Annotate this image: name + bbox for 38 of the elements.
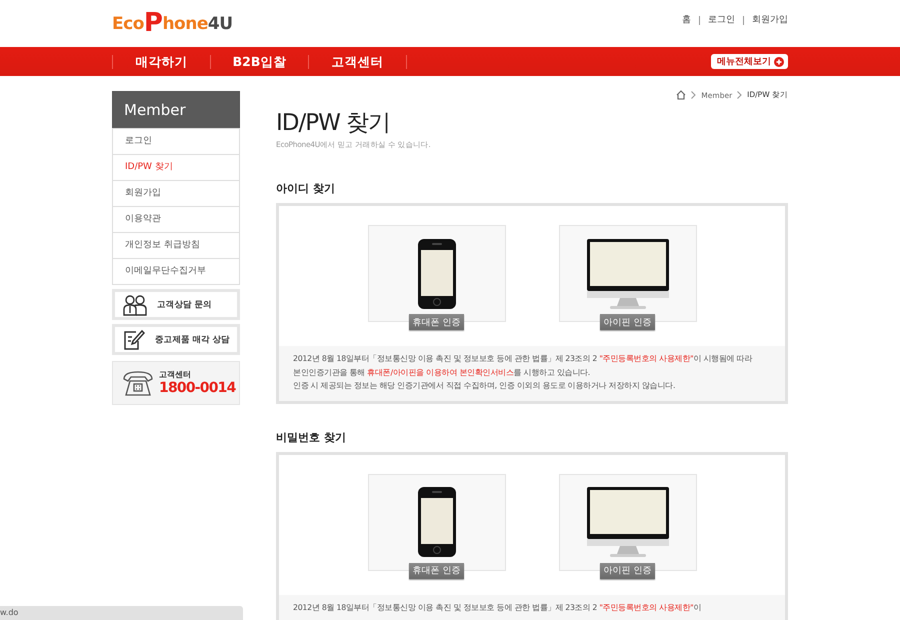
telephone-icon <box>121 369 155 397</box>
verify-button[interactable]: 아이핀 인증 <box>600 314 655 330</box>
chevron-icon <box>737 91 742 99</box>
sidebar-title: Member <box>112 91 240 128</box>
pencil-note-icon <box>123 328 145 350</box>
home-icon <box>676 90 686 100</box>
monitor-icon <box>586 486 670 558</box>
top-link[interactable]: 홈 <box>674 16 699 25</box>
status-bar-url: w.do <box>0 608 18 617</box>
phone-number: 1800-0014 <box>159 380 236 397</box>
sidebar-banner[interactable]: 고객상담 문의 <box>112 289 240 320</box>
smartphone-icon <box>416 486 456 558</box>
call-center-label: 고객센터 <box>159 369 192 380</box>
sidebar-item[interactable]: 이메일무단수집거부 <box>113 258 239 284</box>
nav-menu-item[interactable]: 고객센터 <box>308 54 407 68</box>
logo[interactable]: EcoPhone4U <box>112 12 232 34</box>
nav-menu-item[interactable]: B2B입찰 <box>210 54 308 68</box>
section-title: 아이디 찾기 <box>276 181 336 196</box>
sidebar-item[interactable]: 개인정보 취급방침 <box>113 232 239 258</box>
nav-menu-item[interactable]: 매각하기 <box>112 54 210 68</box>
monitor-icon <box>586 238 670 310</box>
chevron-icon <box>691 91 696 99</box>
sidebar-item[interactable]: 이용약관 <box>113 206 239 232</box>
top-link[interactable]: 회원가입 <box>743 16 788 25</box>
sidebar-banner[interactable]: 중고제품 매각 상담 <box>112 324 240 355</box>
sidebar-item[interactable]: 로그인 <box>113 128 239 154</box>
sidebar-item[interactable]: 회원가입 <box>113 180 239 206</box>
menu-all-button[interactable]: 메뉴전체보기 <box>711 54 788 69</box>
sidebar-item[interactable]: ID/PW 찾기 <box>113 154 239 180</box>
section-title: 비밀번호 찾기 <box>276 430 347 444</box>
plus-circle-icon <box>774 56 784 66</box>
people-icon <box>123 294 147 316</box>
verify-button[interactable]: 휴대폰 인증 <box>409 562 464 578</box>
top-link[interactable]: 로그인 <box>699 16 743 25</box>
verify-button[interactable]: 휴대폰 인증 <box>409 314 464 330</box>
smartphone-icon <box>416 238 456 310</box>
page-title: ID/PW 찾기 <box>276 109 392 138</box>
verify-button[interactable]: 아이핀 인증 <box>600 562 655 578</box>
